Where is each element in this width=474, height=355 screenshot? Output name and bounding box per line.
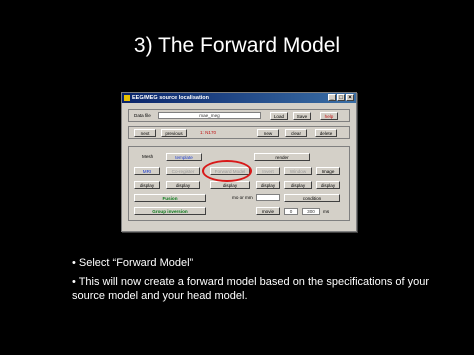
window-titlebar: EEG/MEG source localisation _ □ × [122,93,356,103]
slide-title: 3) The Forward Model [133,34,341,57]
bullet-item: • Select “Forward Model” [72,257,194,269]
delete-button[interactable]: delete [315,129,337,137]
render-button[interactable]: render [254,153,310,161]
previous-button[interactable]: previous [161,129,187,137]
display-mri-button[interactable]: display [134,181,160,189]
bullet-list: • Select “Forward Model” • This will now… [72,256,432,308]
forward-model-highlight [202,160,252,182]
display-coreg-button[interactable]: display [166,181,200,189]
time-end-field[interactable]: 300 [302,208,320,215]
display-forward-button[interactable]: display [210,181,250,189]
mo-or-mm-label: mo or mm [232,195,253,200]
display-invert-button[interactable]: display [256,181,280,189]
mesh-label: Mesh [142,154,154,159]
image-button[interactable]: Image [316,167,340,175]
window-button[interactable]: Window [284,167,312,175]
data-file-field[interactable]: mae_meg [158,112,261,119]
load-button[interactable]: Load [270,112,288,120]
movie-button[interactable]: movie [256,207,280,215]
close-button[interactable]: × [346,94,354,101]
next-button[interactable]: next [134,129,156,137]
display-window-button[interactable]: display [284,181,312,189]
minimize-button[interactable]: _ [328,94,336,101]
maximize-button[interactable]: □ [337,94,345,101]
fusion-button[interactable]: Fusion [134,194,206,202]
invert-button[interactable]: Invert [256,167,280,175]
trial-status: 1: N170 [200,130,217,135]
save-button[interactable]: Save [293,112,311,120]
data-file-label: Data file [134,113,151,118]
time-start-field[interactable]: 0 [284,208,298,215]
window-title: EEG/MEG source localisation [132,95,210,101]
app-icon [124,95,130,101]
condition-button[interactable]: condition [284,194,340,202]
help-button[interactable]: help [320,112,338,120]
coregister-button[interactable]: Co-register [166,167,200,175]
clear-button[interactable]: clear [285,129,307,137]
group-inversion-button[interactable]: Group inversion [134,207,206,215]
ms-label: ms [323,209,330,214]
mri-button[interactable]: MRI [134,167,160,175]
bullet-item: • This will now create a forward model b… [72,276,430,302]
new-button[interactable]: new [257,129,279,137]
mo-or-mm-field[interactable] [256,194,280,201]
display-image-button[interactable]: display [316,181,340,189]
template-button[interactable]: template [166,153,202,161]
